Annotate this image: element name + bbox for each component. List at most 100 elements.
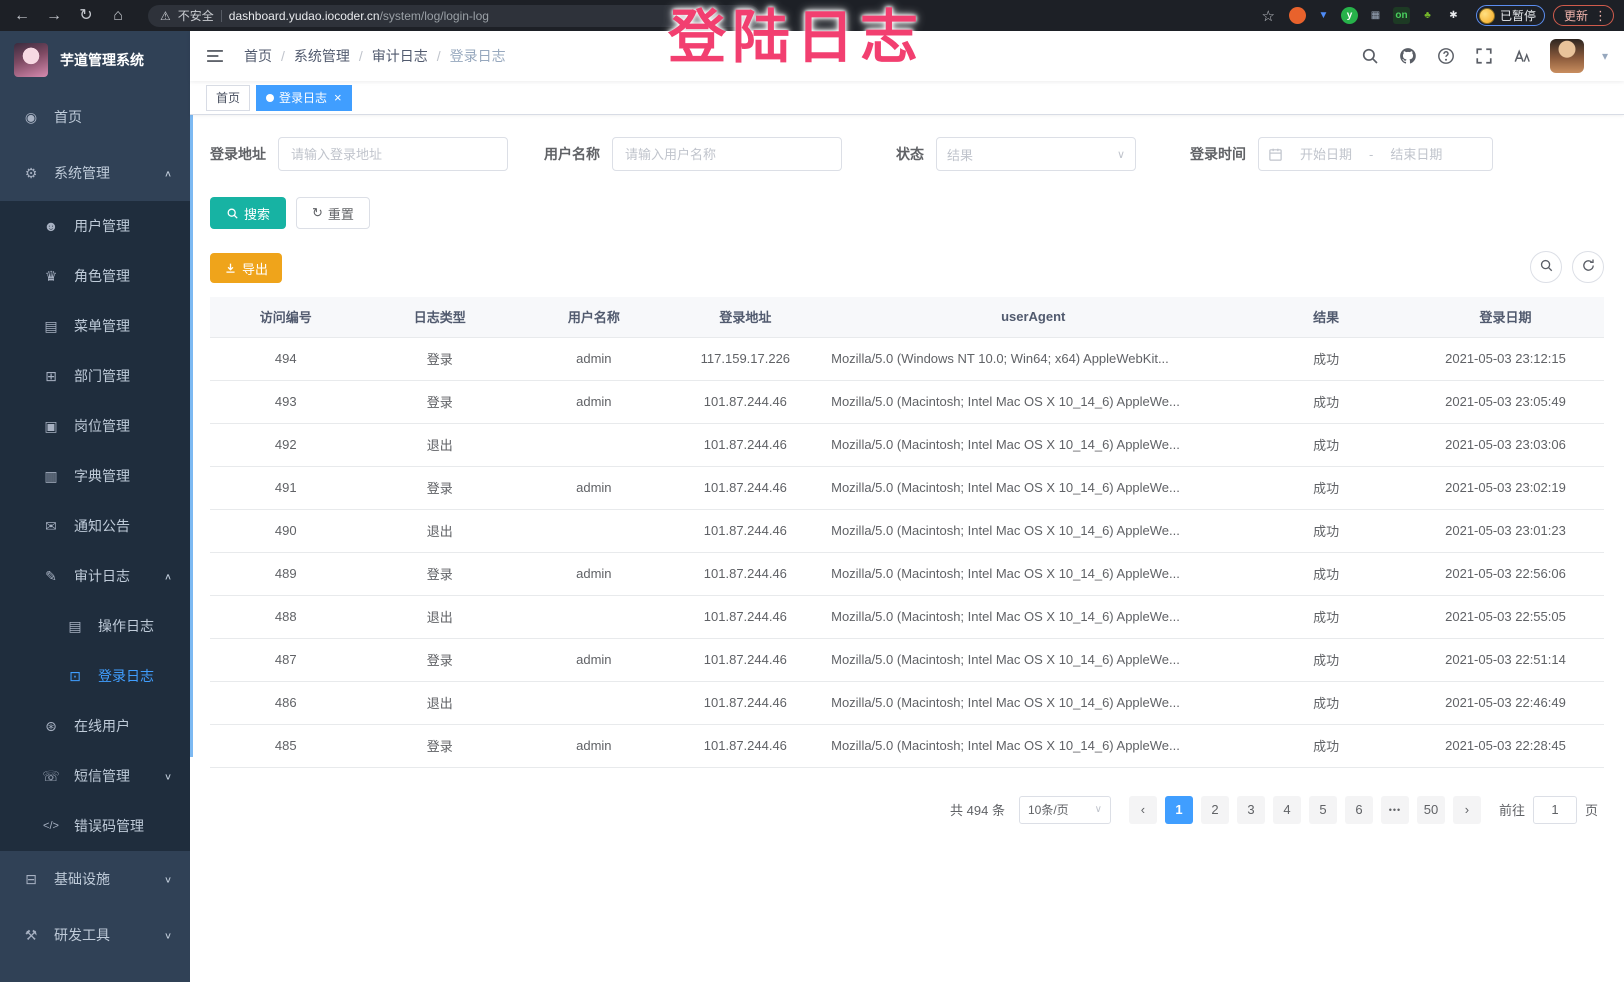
browser-back-icon[interactable]: ← [10, 8, 34, 24]
date-range-picker[interactable]: - [1258, 137, 1493, 171]
toggle-search-button[interactable] [1530, 251, 1562, 283]
start-date-input[interactable] [1289, 146, 1363, 163]
status-select[interactable]: 结果 ∨ [936, 137, 1136, 171]
sidebar-menu-item[interactable]: ⊡ 登录日志 [0, 651, 190, 701]
table-cell: 491 [210, 466, 362, 509]
page-button[interactable]: 3 [1237, 796, 1265, 824]
app-logo-row[interactable]: 芋道管理系统 [0, 31, 190, 89]
browser-menu-dots-icon[interactable]: ⋮ [1594, 8, 1607, 24]
browser-reload-icon[interactable]: ↻ [74, 8, 98, 24]
page-size-select[interactable]: 10条/页 ∨ [1019, 796, 1111, 824]
orange-circle-extension-icon[interactable] [1289, 7, 1306, 24]
table-row[interactable]: 486退出101.87.244.46Mozilla/5.0 (Macintosh… [210, 681, 1604, 724]
table-cell: 101.87.244.46 [670, 681, 822, 724]
table-row[interactable]: 491登录admin101.87.244.46Mozilla/5.0 (Maci… [210, 466, 1604, 509]
pagination-ellipsis[interactable]: ••• [1381, 796, 1409, 824]
page-button[interactable]: 5 [1309, 796, 1337, 824]
on-badge-extension-icon[interactable]: on [1393, 7, 1410, 24]
sidebar-menu-item[interactable]: </> 错误码管理 [0, 801, 190, 851]
username-input[interactable] [612, 137, 842, 171]
tag-item[interactable]: 首页 [206, 85, 250, 111]
sidebar-menu-item[interactable]: ◉ 首页 [0, 89, 190, 145]
grid-extension-icon[interactable]: ▦ [1367, 7, 1384, 24]
sidebar-menu-item[interactable]: ☏ 短信管理 ∨ [0, 751, 190, 801]
green-circle-extension-icon[interactable]: y [1341, 7, 1358, 24]
login-log-table: 访问编号日志类型用户名称登录地址userAgent结果登录日期 494登录adm… [210, 297, 1604, 768]
table-cell: Mozilla/5.0 (Macintosh; Intel Mac OS X 1… [821, 423, 1245, 466]
table-row[interactable]: 487登录admin101.87.244.46Mozilla/5.0 (Maci… [210, 638, 1604, 681]
sidebar-menu-item[interactable]: ☻ 用户管理 [0, 201, 190, 251]
sidebar-menu-item[interactable]: ♛ 角色管理 [0, 251, 190, 301]
goto-page-input[interactable] [1533, 796, 1577, 824]
browser-forward-icon[interactable]: → [42, 8, 66, 24]
sidebar-menu-item[interactable]: ⊞ 部门管理 [0, 351, 190, 401]
address-input[interactable] [278, 137, 508, 171]
help-icon[interactable] [1436, 46, 1456, 66]
github-icon[interactable] [1398, 46, 1418, 66]
table-cell: 117.159.17.226 [670, 337, 822, 380]
table-tool-buttons [1530, 251, 1604, 283]
snowflake-extension-icon[interactable]: ✱ [1445, 7, 1462, 24]
sidebar-menu-item[interactable]: ⚙ 系统管理 ∧ [0, 145, 190, 201]
refresh-table-button[interactable] [1572, 251, 1604, 283]
table-row[interactable]: 489登录admin101.87.244.46Mozilla/5.0 (Maci… [210, 552, 1604, 595]
search-icon[interactable] [1360, 46, 1380, 66]
sidebar-menu-item[interactable]: ▤ 菜单管理 [0, 301, 190, 351]
tag-item[interactable]: 登录日志 × [256, 85, 352, 111]
sidebar-menu-item[interactable]: ▥ 字典管理 [0, 451, 190, 501]
page-button[interactable]: 6 [1345, 796, 1373, 824]
tag-close-icon[interactable]: × [334, 91, 342, 104]
table-row[interactable]: 492退出101.87.244.46Mozilla/5.0 (Macintosh… [210, 423, 1604, 466]
font-size-icon[interactable] [1512, 46, 1532, 66]
goto-page: 前往 页 [1499, 796, 1598, 824]
sidebar-menu-item[interactable]: ⚒ 研发工具 ∨ [0, 907, 190, 963]
update-button[interactable]: 更新 ⋮ [1553, 5, 1614, 26]
table-cell: 101.87.244.46 [670, 380, 822, 423]
sidebar-menu-item[interactable]: ✎ 审计日志 ∧ [0, 551, 190, 601]
table-row[interactable]: 494登录admin117.159.17.226Mozilla/5.0 (Win… [210, 337, 1604, 380]
caret-down-icon[interactable]: ▾ [1602, 49, 1608, 63]
fullscreen-icon[interactable] [1474, 46, 1494, 66]
sidebar-menu-item[interactable]: ⊛ 在线用户 [0, 701, 190, 751]
sidebar-menu-item[interactable]: ✉ 通知公告 [0, 501, 190, 551]
next-page-button[interactable]: › [1453, 796, 1481, 824]
page-content: 登录地址 用户名称 状态 结果 ∨ 登录时间 - [190, 115, 1624, 982]
notice-icon: ✉ [40, 518, 62, 535]
address-bar[interactable]: ⚠ 不安全 dashboard.yudao.iocoder.cn/system/… [148, 5, 760, 27]
page-button-current[interactable]: 1 [1165, 796, 1193, 824]
end-date-input[interactable] [1379, 146, 1453, 163]
bookmark-star-icon[interactable]: ☆ [1262, 7, 1275, 25]
table-row[interactable]: 493登录admin101.87.244.46Mozilla/5.0 (Maci… [210, 380, 1604, 423]
browser-home-icon[interactable]: ⌂ [106, 8, 130, 24]
prev-page-button[interactable]: ‹ [1129, 796, 1157, 824]
leaf-extension-icon[interactable]: ♣ [1419, 7, 1436, 24]
hamburger-icon[interactable] [206, 45, 228, 67]
page-button[interactable]: 4 [1273, 796, 1301, 824]
table-cell: 成功 [1245, 552, 1407, 595]
table-cell: 退出 [362, 509, 519, 552]
user-avatar[interactable] [1550, 39, 1584, 73]
breadcrumb-label[interactable]: 首页 [244, 46, 272, 66]
page-button[interactable]: 2 [1201, 796, 1229, 824]
sidebar-menu-item[interactable]: ⊟ 基础设施 ∨ [0, 851, 190, 907]
chevron-down-icon: ∨ [164, 874, 172, 884]
profile-paused-pill[interactable]: 已暂停 [1476, 5, 1545, 26]
page-button[interactable]: 50 [1417, 796, 1445, 824]
blue-drop-extension-icon[interactable]: ▼ [1315, 7, 1332, 24]
table-cell: 101.87.244.46 [670, 466, 822, 509]
sidebar-menu-item[interactable]: ▤ 操作日志 [0, 601, 190, 651]
status-select-placeholder: 结果 [947, 145, 1117, 164]
search-button[interactable]: 搜索 [210, 197, 286, 229]
security-warning-icon: ⚠ [160, 9, 171, 23]
export-button[interactable]: 导出 [210, 253, 282, 283]
table-row[interactable]: 485登录admin101.87.244.46Mozilla/5.0 (Maci… [210, 724, 1604, 767]
table-row[interactable]: 490退出101.87.244.46Mozilla/5.0 (Macintosh… [210, 509, 1604, 552]
sidebar-menu-item[interactable]: ▣ 岗位管理 [0, 401, 190, 451]
extension-row: ▼ y ▦ on ♣ ✱ [1289, 7, 1462, 24]
breadcrumb-label[interactable]: 审计日志 [372, 46, 428, 66]
table-cell: 485 [210, 724, 362, 767]
reset-button[interactable]: ↻ 重置 [296, 197, 370, 229]
table-row[interactable]: 488退出101.87.244.46Mozilla/5.0 (Macintosh… [210, 595, 1604, 638]
url-divider [221, 10, 222, 22]
breadcrumb-label[interactable]: 系统管理 [294, 46, 350, 66]
